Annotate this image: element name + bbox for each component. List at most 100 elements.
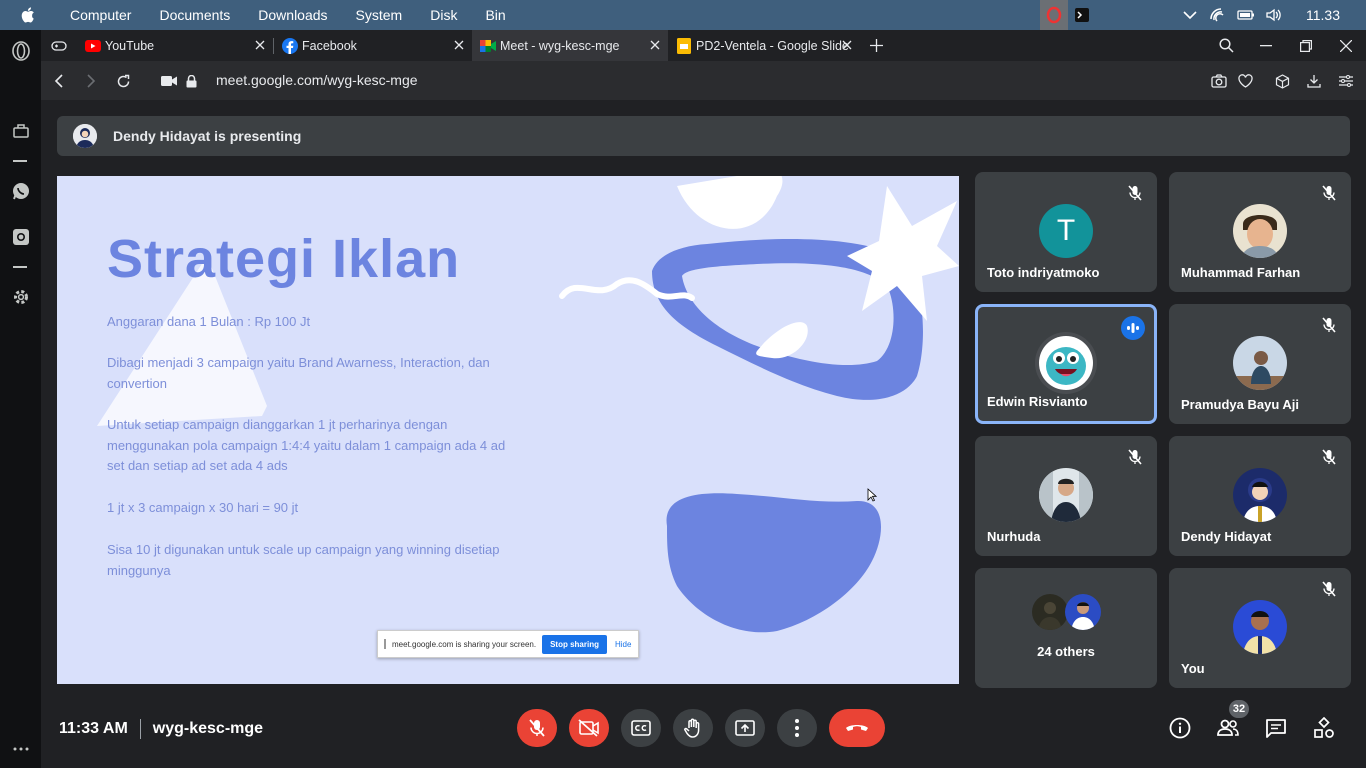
more-dots-icon[interactable] [10, 738, 31, 759]
hide-button[interactable]: Hide [615, 640, 631, 649]
participant-name: Toto indriyatmoko [987, 265, 1100, 280]
more-options-button[interactable] [777, 709, 817, 747]
chevron-down-icon[interactable] [1180, 6, 1200, 24]
drag-handle[interactable] [384, 639, 386, 649]
participant-tile[interactable]: Muhammad Farhan [1169, 172, 1351, 292]
participant-name: Muhammad Farhan [1181, 265, 1301, 280]
participant-name: Pramudya Bayu Aji [1181, 397, 1300, 412]
menu-bin[interactable]: Bin [471, 0, 519, 30]
close-tab-icon[interactable] [452, 38, 466, 52]
slide-paragraph: Untuk setiap campaign dianggarkan 1 jt p… [107, 417, 506, 473]
participant-tile[interactable]: Dendy Hidayat [1169, 436, 1351, 556]
self-tile[interactable]: You [1169, 568, 1351, 688]
snapshot-camera-icon[interactable] [1209, 71, 1229, 91]
participant-avatar [1039, 336, 1093, 390]
browser-sidebar [0, 30, 41, 768]
minimize-window-icon[interactable] [1249, 30, 1283, 61]
opera-tray-icon[interactable] [1040, 0, 1068, 30]
participant-name: Edwin Risvianto [987, 394, 1088, 409]
search-tabs-icon[interactable] [1209, 30, 1243, 61]
close-window-icon[interactable] [1329, 30, 1363, 61]
tab-title: Meet - wyg-kesc-mge [500, 38, 620, 53]
instagram-icon[interactable] [10, 226, 31, 247]
extensions-cube-icon[interactable] [1272, 71, 1292, 91]
captions-button[interactable] [621, 709, 661, 747]
tab-title: Facebook [302, 38, 357, 53]
restore-window-icon[interactable] [1289, 30, 1323, 61]
participant-tile[interactable]: T Toto indriyatmoko [975, 172, 1157, 292]
url-field[interactable]: meet.google.com/wyg-kesc-mge [216, 72, 418, 88]
google-slides-icon [676, 37, 692, 54]
facebook-icon [282, 37, 298, 54]
tab-title: YouTube [105, 38, 155, 53]
mic-off-icon [1319, 447, 1339, 467]
mic-off-icon [1319, 315, 1339, 335]
slide-paragraph: Dibagi menjadi 3 campaign yaitu Brand Aw… [107, 355, 490, 391]
slide-title: Strategi Iklan [107, 229, 461, 289]
participant-tile[interactable]: Pramudya Bayu Aji [1169, 304, 1351, 424]
participant-tile[interactable]: Nurhuda [975, 436, 1157, 556]
address-bar: meet.google.com/wyg-kesc-mge [41, 61, 1366, 100]
camera-in-use-icon[interactable] [159, 71, 179, 91]
people-count-badge: 32 [1229, 700, 1249, 718]
lock-icon[interactable] [181, 71, 201, 91]
tab-google-slides[interactable]: PD2-Ventela - Google Slide [668, 30, 860, 61]
menu-downloads[interactable]: Downloads [244, 0, 341, 30]
apple-icon[interactable] [0, 6, 56, 24]
mic-off-icon [1319, 579, 1339, 599]
people-icon[interactable] [1216, 716, 1240, 740]
new-tab-button[interactable] [860, 30, 894, 61]
participant-avatar [1233, 204, 1287, 258]
wifi-icon[interactable] [1208, 6, 1228, 24]
sidebar-divider [13, 266, 27, 268]
presenter-avatar [73, 124, 97, 148]
menu-computer[interactable]: Computer [56, 0, 145, 30]
tab-youtube[interactable]: YouTube [77, 30, 273, 61]
participant-avatar [1065, 594, 1101, 630]
participant-name: You [1181, 661, 1205, 676]
whatsapp-icon[interactable] [10, 180, 31, 201]
meeting-details: 11:33 AM wyg-kesc-mge [59, 719, 263, 739]
gamepad-icon[interactable] [41, 30, 77, 61]
menu-documents[interactable]: Documents [145, 0, 244, 30]
download-icon[interactable] [1304, 71, 1324, 91]
raise-hand-button[interactable] [673, 709, 713, 747]
flow-icon[interactable] [10, 120, 31, 141]
menu-disk[interactable]: Disk [416, 0, 471, 30]
present-now-button[interactable] [725, 709, 765, 747]
participant-avatar [1032, 594, 1068, 630]
meeting-details-info-icon[interactable] [1168, 716, 1192, 740]
present-screen-icon [735, 720, 755, 736]
volume-icon[interactable] [1264, 6, 1284, 24]
close-tab-icon[interactable] [648, 38, 662, 52]
leave-call-button[interactable] [829, 709, 885, 747]
reload-icon[interactable] [113, 71, 133, 91]
stop-sharing-button[interactable]: Stop sharing [542, 634, 607, 654]
menu-system[interactable]: System [342, 0, 417, 30]
shared-screen[interactable]: Strategi Iklan Anggaran dana 1 Bulan : R… [57, 176, 959, 684]
close-tab-icon[interactable] [840, 38, 854, 52]
battery-icon[interactable] [1236, 6, 1256, 24]
tab-facebook[interactable]: Facebook [274, 30, 472, 61]
close-tab-icon[interactable] [253, 38, 267, 52]
terminal-tray-icon[interactable] [1068, 0, 1096, 30]
slide-paragraph: 1 jt x 3 campaign x 30 hari = 90 jt [107, 500, 299, 515]
chat-icon[interactable] [1264, 716, 1288, 740]
camera-toggle-button[interactable] [569, 709, 609, 747]
more-vert-icon [795, 719, 799, 737]
participant-tile-speaking[interactable]: Edwin Risvianto [975, 304, 1157, 424]
meeting-code: wyg-kesc-mge [152, 720, 264, 737]
activities-icon[interactable] [1312, 716, 1336, 740]
others-tile[interactable]: 24 others [975, 568, 1157, 688]
tab-google-meet[interactable]: Meet - wyg-kesc-mge [472, 30, 668, 61]
forward-arrow-icon[interactable] [81, 71, 101, 91]
microphone-toggle-button[interactable] [517, 709, 557, 747]
opera-logo-icon[interactable] [10, 40, 31, 61]
easy-setup-icon[interactable] [1336, 71, 1356, 91]
sharing-message: meet.google.com is sharing your screen. [392, 639, 537, 649]
tab-title: PD2-Ventela - Google Slide [696, 38, 849, 53]
back-arrow-icon[interactable] [49, 71, 69, 91]
bookmark-heart-icon[interactable] [1235, 71, 1255, 91]
settings-gear-icon[interactable] [10, 286, 31, 307]
mic-off-icon [1125, 447, 1145, 467]
